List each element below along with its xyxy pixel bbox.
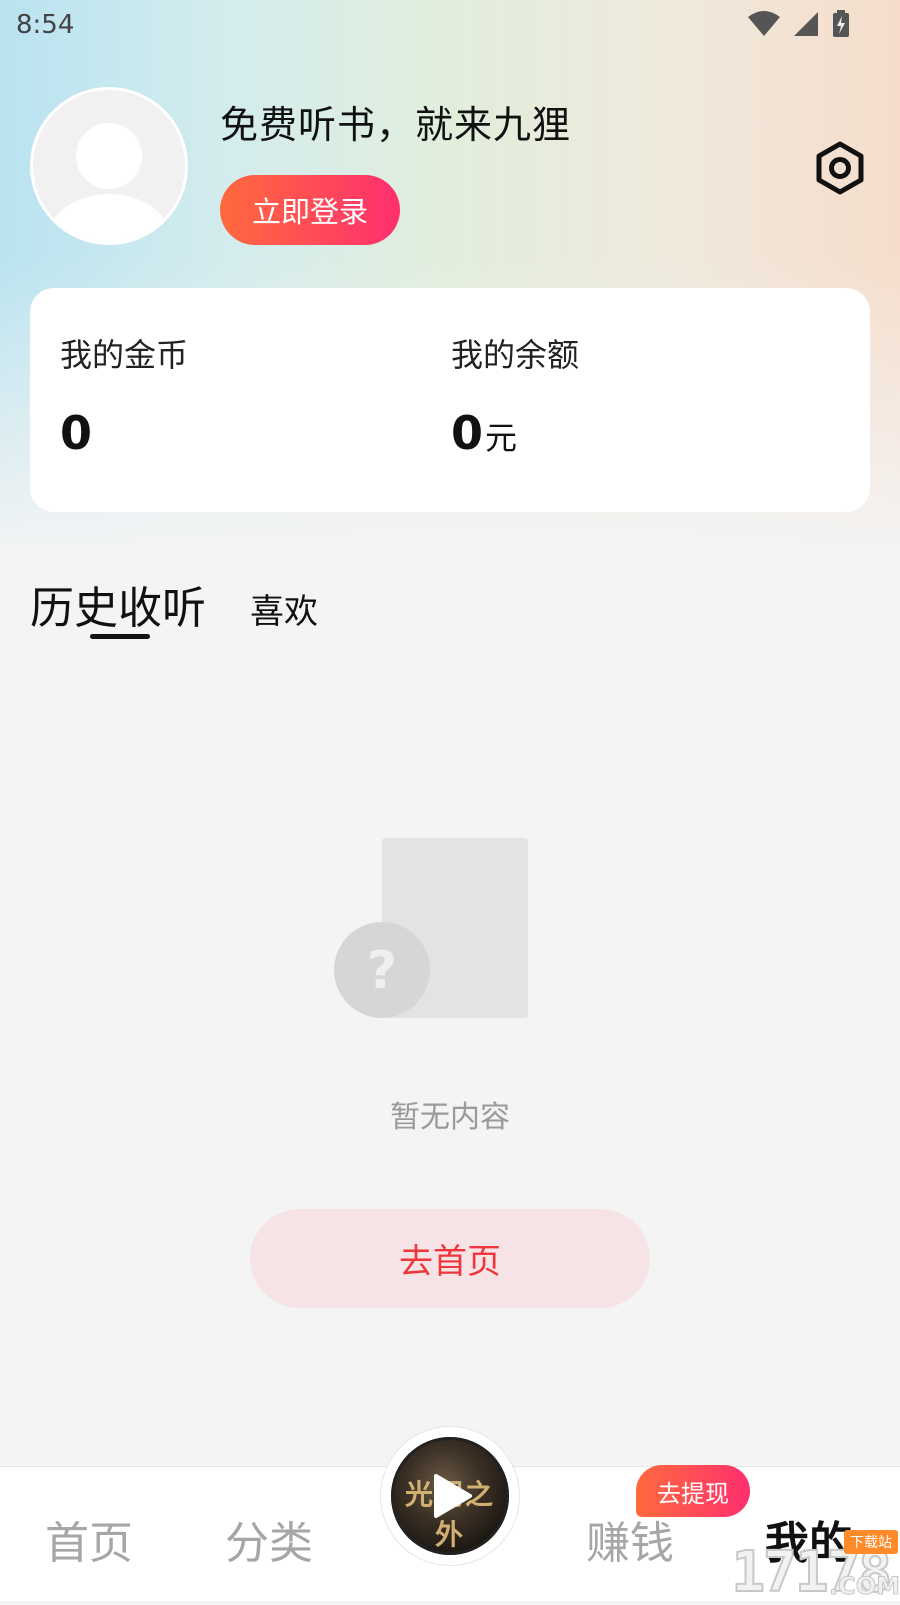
login-button[interactable]: 立即登录 (220, 175, 400, 245)
balance-unit: 元 (485, 419, 518, 457)
withdraw-badge[interactable]: 去提现 (636, 1465, 750, 1517)
settings-button[interactable] (812, 140, 868, 196)
watermark-tag: 下载站 (844, 1530, 898, 1554)
coins-label: 我的金币 (60, 336, 189, 374)
settings-hexagon-icon (816, 141, 864, 195)
balance-amount: 0 (451, 406, 484, 460)
status-bar: 8:54 (0, 0, 900, 50)
nav-item-home[interactable]: 首页 (45, 1507, 133, 1571)
status-time: 8:54 (16, 10, 75, 40)
coins-amount: 0 (60, 406, 93, 460)
status-icons (748, 10, 850, 38)
watermark-suffix: .COM (828, 1572, 900, 1601)
wallet-card: 我的金币 0 我的余额 0元 (30, 288, 870, 512)
coins-value[interactable]: 0 (60, 406, 92, 460)
tab-history[interactable]: 历史收听 (30, 572, 206, 636)
svg-text:?: ? (367, 941, 397, 1001)
watermark-logo: 17178 下载站 .COM (672, 1530, 900, 1605)
empty-state-illustration: ? (334, 838, 530, 1020)
avatar[interactable] (30, 87, 188, 245)
wifi-icon (748, 11, 780, 36)
default-user-icon (47, 123, 171, 242)
tab-likes[interactable]: 喜欢 (250, 584, 318, 633)
nav-item-category[interactable]: 分类 (225, 1507, 313, 1571)
balance-label: 我的余额 (451, 336, 580, 374)
empty-message: 暂无内容 (390, 1100, 510, 1135)
cell-signal-icon (794, 12, 818, 36)
go-home-button[interactable]: 去首页 (250, 1209, 650, 1308)
battery-charging-icon (833, 10, 849, 37)
slogan-text: 免费听书，就来九狸 (220, 103, 572, 147)
play-icon[interactable] (430, 1472, 474, 1520)
balance-value[interactable]: 0元 (451, 406, 517, 460)
active-tab-indicator (90, 634, 150, 639)
